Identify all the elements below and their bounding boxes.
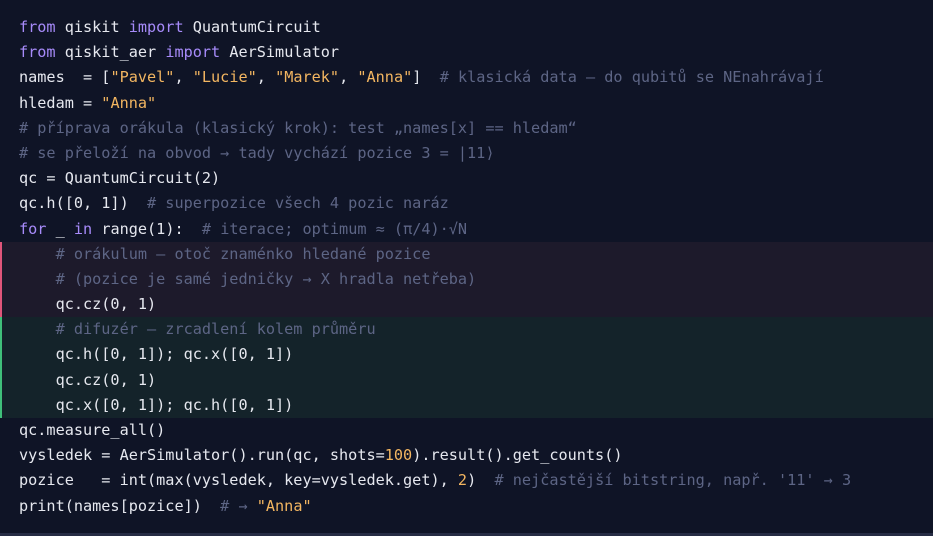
code-token: AerSimulator [220,43,340,62]
keyword-token: import [165,43,221,62]
code-line[interactable]: vysledek = AerSimulator().run(qc, shots=… [0,443,933,468]
code-token: vysledek = AerSimulator().run(qc, shots= [19,446,385,465]
code-token: ] [412,68,440,87]
code-line[interactable]: print(names[pozice]) # → "Anna" [0,494,933,519]
code-line-diffuser[interactable]: qc.x([0, 1]); qc.h([0, 1]) [0,392,933,418]
string-token: "Marek" [275,68,340,87]
code-token: _ [46,219,74,238]
code-token: qc.cz(0, 1) [19,295,157,314]
comment-token: # nejčastější bitstring, např. '11' → 3 [494,471,852,490]
code-line-oracle[interactable]: # (pozice je samé jedničky → X hradla ne… [0,266,933,293]
code-line[interactable]: hledam = "Anna" [0,91,933,116]
code-token: qc.measure_all() [19,421,166,439]
code-token: qc = QuantumCircuit(2) [19,169,221,188]
code-token: qiskit [55,18,129,36]
code-token: qc.h([0, 1]); qc.x([0, 1]) [19,345,294,364]
string-token: "Pavel" [110,68,175,87]
code-token: , [256,68,276,87]
code-token: names = [ [19,68,111,87]
code-token: ).result().get_counts() [412,446,623,465]
code-token: qc.cz(0, 1) [19,370,157,389]
number-token: 100 [384,446,413,465]
comment-token: # iterace; optimum ≈ (π/4)·√N [201,219,468,238]
code-line-diffuser[interactable]: qc.cz(0, 1) [0,367,933,393]
code-line[interactable]: qc.h([0, 1]) # superpozice všech 4 pozic… [0,191,933,216]
comment-token: # orákulum — otoč znaménko hledané pozic… [19,244,431,263]
string-token: "Anna" [357,68,413,87]
comment-token: # klasická data — do qubitů se NEnahráva… [439,68,824,87]
code-line-oracle[interactable]: # orákulum — otoč znaménko hledané pozic… [0,241,933,267]
comment-token: # příprava orákula (klasický krok): test… [19,118,577,137]
keyword-token: from [19,43,56,62]
code-token: QuantumCircuit [183,18,321,36]
code-line[interactable]: names = ["Pavel", "Lucie", "Marek", "Ann… [0,65,933,90]
code-token: print(names[pozice]) [19,496,221,515]
code-line[interactable]: pozice = int(max(vysledek, key=vysledek.… [0,468,933,493]
code-line-diffuser[interactable]: qc.h([0, 1]); qc.x([0, 1]) [0,342,933,368]
code-token: qc.h([0, 1]) [19,194,148,213]
code-line[interactable]: from qiskit_aer import AerSimulator [0,40,933,65]
code-token: qiskit_aer [55,43,166,62]
comment-token: # (pozice je samé jedničky → X hradla ne… [19,269,477,288]
code-line[interactable]: from qiskit import QuantumCircuit [0,15,933,40]
code-line-diffuser[interactable]: # difuzér — zrcadlení kolem průměru [0,317,933,343]
keyword-token: import [128,18,184,36]
comment-token: # se přeloží na obvod → tady vychází poz… [19,143,495,162]
number-token: 2 [457,471,468,490]
code-token: hledam = [19,93,102,112]
code-token: pozice = int(max(vysledek, key=vysledek.… [19,471,458,490]
comment-token: # difuzér — zrcadlení kolem průměru [19,320,376,339]
comment-token: # → [220,496,257,515]
code-line[interactable]: qc.measure_all() [0,418,933,443]
code-line[interactable]: # se přeloží na obvod → tady vychází poz… [0,141,933,166]
string-token: "Anna" [101,93,157,112]
code-token: qc.x([0, 1]); qc.h([0, 1]) [19,395,294,414]
string-token: "Lucie" [192,68,257,87]
code-line[interactable]: # příprava orákula (klasický krok): test… [0,116,933,141]
keyword-token: from [19,18,56,36]
code-token: ) [467,471,495,490]
code-token: , [339,68,358,87]
keyword-token: for [19,219,47,238]
code-editor[interactable]: from qiskit import QuantumCircuit from qi… [0,0,933,536]
code-line[interactable]: for _ in range(1): # iterace; optimum ≈ … [0,217,933,242]
code-token: , [174,68,193,87]
comment-token: # superpozice všech 4 pozic naráz [147,194,449,213]
code-token: range(1): [92,219,202,238]
code-line[interactable]: qc = QuantumCircuit(2) [0,166,933,191]
string-token: "Anna" [256,496,312,515]
code-line-oracle[interactable]: qc.cz(0, 1) [0,292,933,318]
keyword-token: in [73,219,93,238]
